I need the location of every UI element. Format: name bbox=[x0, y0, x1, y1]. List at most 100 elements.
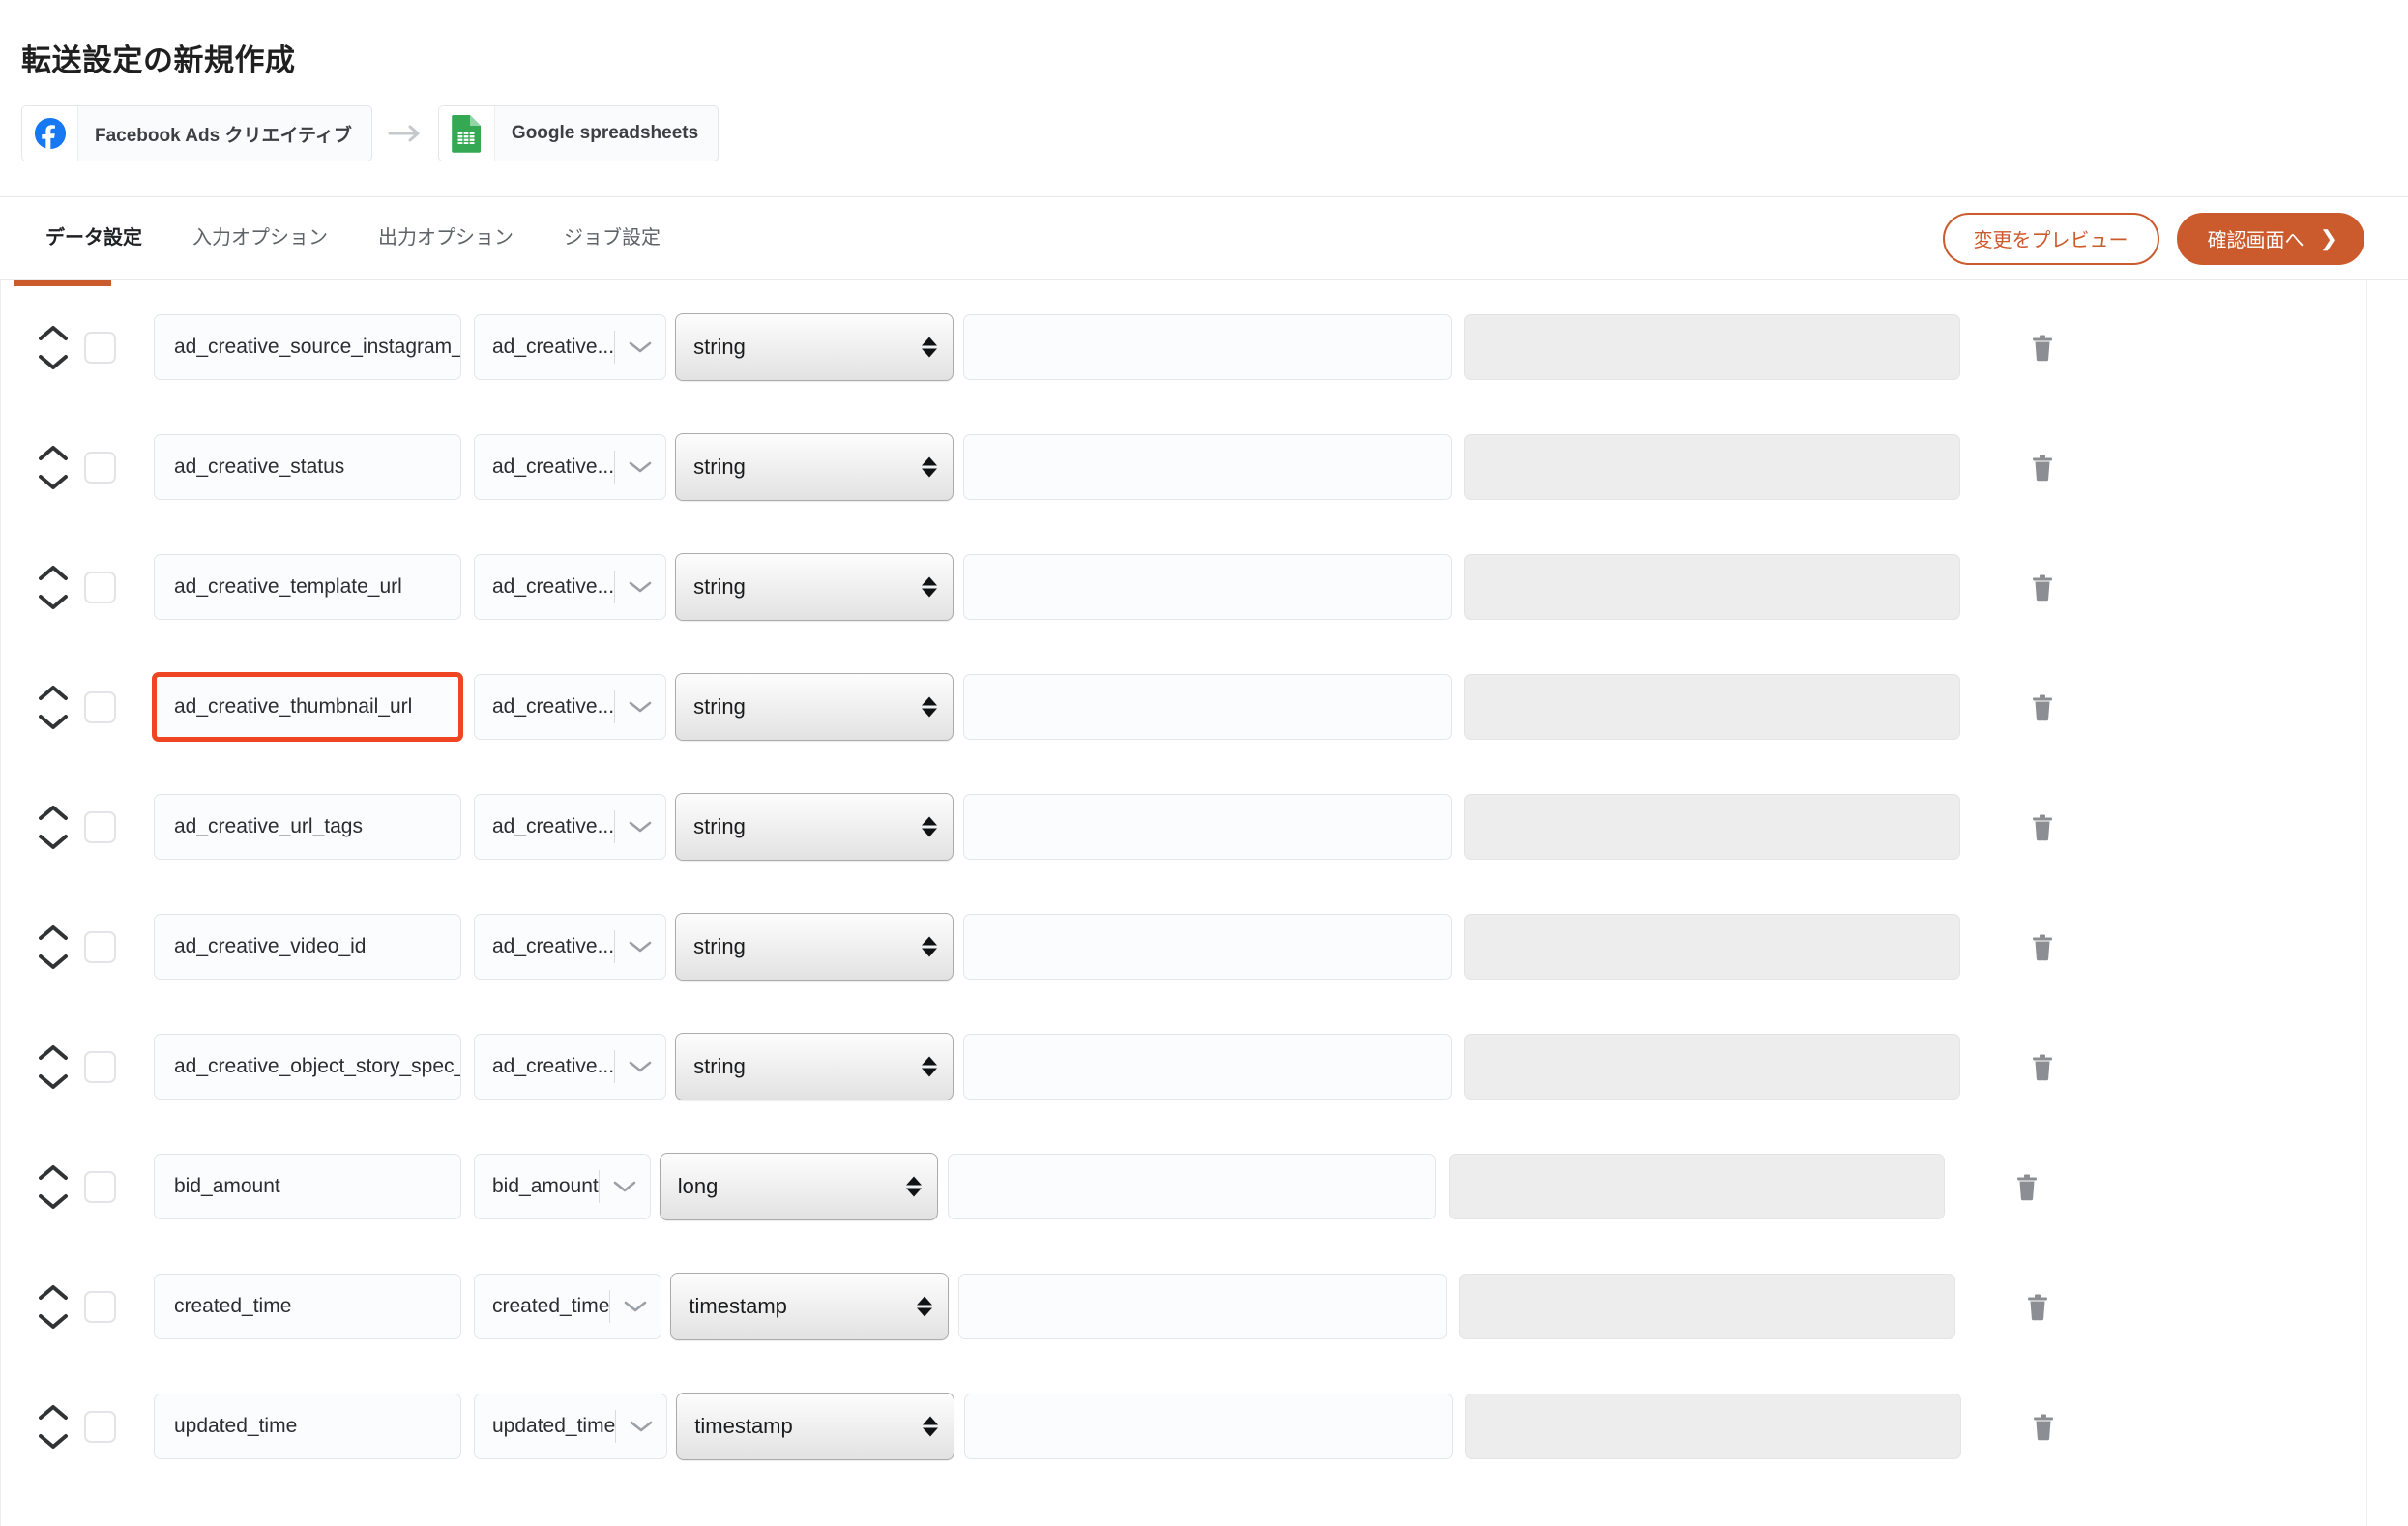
trash-icon[interactable] bbox=[2032, 1413, 2055, 1441]
column-name-input[interactable]: ad_creative_template_url bbox=[154, 554, 461, 621]
row-checkbox[interactable] bbox=[84, 690, 116, 723]
source-column-select[interactable]: ad_creative... bbox=[474, 914, 667, 981]
data-type-select[interactable]: string bbox=[675, 433, 954, 502]
format-input[interactable] bbox=[963, 914, 1453, 981]
source-column-value: created_time bbox=[492, 1295, 610, 1318]
chevron-up-icon[interactable] bbox=[39, 325, 68, 341]
chevron-up-icon[interactable] bbox=[39, 445, 68, 461]
row-checkbox[interactable] bbox=[84, 1290, 116, 1323]
data-type-select[interactable]: timestamp bbox=[670, 1273, 950, 1341]
chevron-up-icon[interactable] bbox=[39, 1284, 68, 1301]
column-name-input[interactable]: ad_creative_thumbnail_url bbox=[152, 672, 463, 743]
row-checkbox[interactable] bbox=[84, 930, 116, 963]
data-type-select[interactable]: string bbox=[675, 673, 954, 742]
trash-icon[interactable] bbox=[2031, 693, 2054, 721]
source-connector-chip[interactable]: Facebook Ads クリエイティブ bbox=[21, 105, 372, 162]
chevron-up-icon[interactable] bbox=[39, 924, 68, 941]
format-input[interactable] bbox=[963, 314, 1453, 381]
data-type-select-cell: timestamp bbox=[676, 1393, 955, 1461]
trash-icon[interactable] bbox=[2026, 1293, 2049, 1321]
trash-icon[interactable] bbox=[2031, 573, 2054, 602]
data-type-select[interactable]: string bbox=[675, 313, 954, 382]
chevron-up-icon[interactable] bbox=[39, 805, 68, 821]
column-name-input[interactable]: ad_creative_video_id bbox=[154, 914, 461, 981]
format-input[interactable] bbox=[963, 554, 1453, 621]
trash-icon[interactable] bbox=[2031, 813, 2054, 841]
column-name-input[interactable]: bid_amount bbox=[154, 1154, 461, 1220]
row-checkbox[interactable] bbox=[84, 1410, 116, 1443]
chevron-down-icon[interactable] bbox=[39, 954, 68, 970]
column-name-input[interactable]: ad_creative_source_instagram_media_ bbox=[154, 314, 461, 381]
chevron-up-icon[interactable] bbox=[39, 1404, 68, 1421]
data-type-select[interactable]: long bbox=[659, 1153, 938, 1221]
format-input[interactable] bbox=[963, 794, 1453, 861]
source-column-select-cell: ad_creative... bbox=[474, 794, 667, 861]
source-column-select-cell: ad_creative... bbox=[474, 1034, 667, 1100]
data-type-select[interactable]: string bbox=[675, 1033, 954, 1101]
row-checkbox[interactable] bbox=[84, 451, 116, 484]
source-column-select[interactable]: updated_time bbox=[474, 1394, 668, 1460]
column-name-input[interactable]: ad_creative_object_story_spec_link_da bbox=[154, 1034, 461, 1100]
trash-icon[interactable] bbox=[2015, 1173, 2039, 1201]
row-checkbox[interactable] bbox=[84, 571, 116, 603]
row-delete-cell bbox=[1945, 1173, 2109, 1201]
tab-3[interactable]: ジョブ設定 bbox=[539, 196, 686, 280]
column-name-input[interactable]: ad_creative_url_tags bbox=[154, 794, 461, 861]
format-input[interactable] bbox=[963, 434, 1453, 501]
source-column-value: updated_time bbox=[492, 1415, 616, 1438]
spinner-arrows-icon bbox=[922, 816, 938, 837]
data-type-select[interactable]: string bbox=[675, 913, 954, 982]
column-name-input[interactable]: updated_time bbox=[154, 1394, 461, 1460]
source-column-select[interactable]: ad_creative... bbox=[474, 1034, 667, 1100]
chevron-down-icon bbox=[615, 1060, 665, 1073]
trash-icon[interactable] bbox=[2031, 933, 2054, 961]
row-delete-cell bbox=[1960, 573, 2125, 602]
chevron-down-icon[interactable] bbox=[39, 1073, 68, 1090]
trash-icon[interactable] bbox=[2031, 1053, 2054, 1081]
tab-0[interactable]: データ設定 bbox=[21, 196, 167, 280]
tab-2[interactable]: 出力オプション bbox=[353, 196, 539, 280]
source-column-select[interactable]: ad_creative... bbox=[474, 434, 667, 501]
format-input[interactable] bbox=[963, 1034, 1453, 1100]
row-checkbox[interactable] bbox=[84, 331, 116, 364]
tab-1[interactable]: 入力オプション bbox=[167, 196, 353, 280]
chevron-down-icon[interactable] bbox=[39, 1313, 68, 1330]
trash-icon[interactable] bbox=[2031, 454, 2054, 482]
chevron-down-icon[interactable] bbox=[39, 834, 68, 850]
source-column-value: ad_creative... bbox=[492, 336, 615, 359]
format-input[interactable] bbox=[958, 1274, 1448, 1340]
source-column-select[interactable]: ad_creative... bbox=[474, 794, 667, 861]
chevron-up-icon[interactable] bbox=[39, 1164, 68, 1181]
source-column-select[interactable]: ad_creative... bbox=[474, 554, 667, 621]
chevron-up-icon[interactable] bbox=[39, 565, 68, 581]
chevron-down-icon[interactable] bbox=[39, 1433, 68, 1450]
row-checkbox[interactable] bbox=[84, 810, 116, 843]
format-input[interactable] bbox=[947, 1154, 1436, 1220]
preview-changes-button[interactable]: 変更をプレビュー bbox=[1942, 212, 2159, 265]
go-to-confirmation-button[interactable]: 確認画面へ ❯ bbox=[2176, 212, 2364, 265]
destination-connector-label: Google spreadsheets bbox=[511, 123, 699, 144]
row-checkbox[interactable] bbox=[84, 1170, 116, 1203]
source-column-select[interactable]: ad_creative... bbox=[474, 314, 667, 381]
chevron-down-icon[interactable] bbox=[39, 594, 68, 610]
data-type-select[interactable]: string bbox=[675, 553, 954, 622]
format-input[interactable] bbox=[963, 674, 1453, 741]
row-checkbox[interactable] bbox=[84, 1050, 116, 1083]
destination-connector-chip[interactable]: Google spreadsheets bbox=[437, 105, 719, 162]
column-name-input[interactable]: created_time bbox=[154, 1274, 461, 1340]
data-type-select[interactable]: timestamp bbox=[676, 1393, 955, 1461]
column-name-input[interactable]: ad_creative_status bbox=[154, 434, 461, 501]
trash-icon[interactable] bbox=[2031, 334, 2054, 362]
data-type-select[interactable]: string bbox=[675, 793, 954, 862]
data-type-value: string bbox=[693, 335, 746, 360]
format-input[interactable] bbox=[964, 1394, 1454, 1460]
chevron-down-icon[interactable] bbox=[39, 474, 68, 490]
chevron-down-icon[interactable] bbox=[39, 714, 68, 730]
chevron-down-icon[interactable] bbox=[39, 354, 68, 370]
source-column-select[interactable]: ad_creative... bbox=[474, 674, 667, 741]
chevron-down-icon[interactable] bbox=[39, 1193, 68, 1210]
source-column-select[interactable]: bid_amount bbox=[474, 1154, 651, 1220]
chevron-up-icon[interactable] bbox=[39, 1044, 68, 1061]
source-column-select[interactable]: created_time bbox=[474, 1274, 662, 1340]
chevron-up-icon[interactable] bbox=[39, 685, 68, 701]
